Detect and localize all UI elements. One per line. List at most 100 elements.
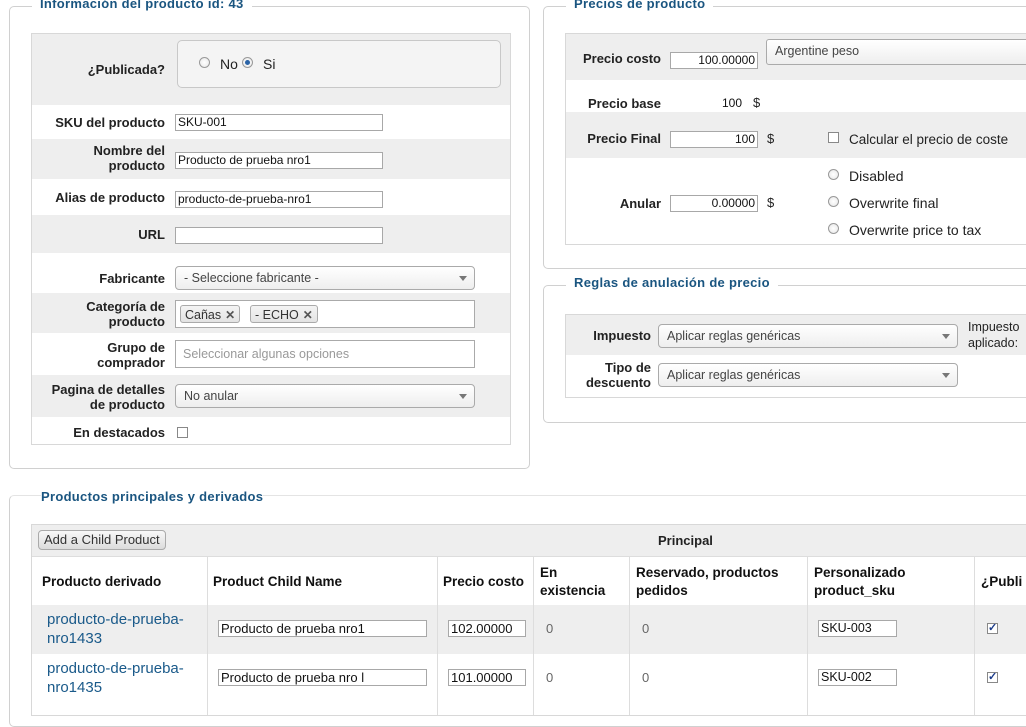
principal-heading: Principal xyxy=(658,533,713,548)
prices-legend: Precios de producto xyxy=(566,0,714,11)
child-cost-input[interactable]: 102.00000 xyxy=(448,620,526,637)
product-info-legend: Información del producto id: 43 xyxy=(32,0,252,11)
column-divider xyxy=(533,557,534,715)
currency-select[interactable]: Argentine peso xyxy=(766,39,1026,65)
rules-table: Impuesto Aplicar reglas genéricas Impues… xyxy=(565,314,1026,398)
published-row: ¿Publicada? No Si xyxy=(32,34,510,105)
category-label: Categoría de producto xyxy=(86,299,165,329)
override-disabled-radio[interactable] xyxy=(828,169,839,180)
chevron-down-icon xyxy=(459,276,467,281)
child-sku-input[interactable]: SKU-003 xyxy=(818,620,897,637)
detail-page-select-value: No anular xyxy=(184,389,239,403)
child-product-link[interactable]: producto-de-prueba- nro1435 xyxy=(47,659,184,697)
child-product-link[interactable]: producto-de-prueba- nro1433 xyxy=(47,610,184,648)
chevron-down-icon xyxy=(459,394,467,399)
sku-label: SKU del producto xyxy=(55,115,165,130)
featured-label: En destacados xyxy=(73,425,165,440)
override-final-label[interactable]: Overwrite final xyxy=(849,195,938,211)
buyer-group-multiselect[interactable]: Seleccionar algunas opciones xyxy=(175,340,475,368)
alias-row: Alias de producto producto-de-prueba-nro… xyxy=(32,179,510,215)
manufacturer-select-value: - Seleccione fabricante - xyxy=(184,271,319,285)
alias-label: Alias de producto xyxy=(55,190,165,205)
rules-legend: Reglas de anulación de precio xyxy=(566,275,778,290)
name-input[interactable]: Producto de prueba nro1 xyxy=(175,152,383,169)
override-input[interactable]: 0.00000 xyxy=(670,195,758,212)
product-info-fieldset: Información del producto id: 43 ¿Publica… xyxy=(9,0,530,469)
override-final-radio[interactable] xyxy=(828,196,839,207)
final-input[interactable]: 100 xyxy=(670,131,758,148)
sku-input[interactable]: SKU-001 xyxy=(175,114,383,131)
children-fieldset: Productos principales y derivados Add a … xyxy=(9,489,1026,727)
discount-select[interactable]: Aplicar reglas genéricas xyxy=(658,363,958,387)
rules-fieldset: Reglas de anulación de precio Impuesto A… xyxy=(543,275,1026,423)
tax-applied-label: Impuesto aplicado: xyxy=(968,320,1020,350)
tax-row: Impuesto Aplicar reglas genéricas Impues… xyxy=(566,315,1026,355)
manufacturer-select[interactable]: - Seleccione fabricante - xyxy=(175,266,475,290)
table-row: producto-de-prueba- nro1433 Producto de … xyxy=(32,605,1026,654)
prices-fieldset: Precios de producto Precio costo 100.000… xyxy=(543,0,1026,269)
remove-tag-icon[interactable]: ✕ xyxy=(303,308,313,322)
column-divider xyxy=(437,557,438,715)
remove-tag-icon[interactable]: ✕ xyxy=(225,308,235,322)
override-disabled-label[interactable]: Disabled xyxy=(849,168,903,184)
buyer-group-row: Grupo de comprador Seleccionar algunas o… xyxy=(32,333,510,375)
published-no-label[interactable]: No xyxy=(220,56,238,72)
base-input[interactable]: 100 xyxy=(670,95,745,112)
column-divider xyxy=(629,557,630,715)
alias-input[interactable]: producto-de-prueba-nro1 xyxy=(175,191,383,208)
final-currency-symbol: $ xyxy=(767,131,775,146)
category-row: Categoría de producto Cañas ✕ - ECHO ✕ xyxy=(32,293,510,333)
child-sku-input[interactable]: SKU-002 xyxy=(818,669,897,686)
child-cost-input[interactable]: 101.00000 xyxy=(448,669,526,686)
override-tax-radio[interactable] xyxy=(828,223,839,234)
column-divider xyxy=(807,557,808,715)
header-reserved: Reservado, productos pedidos xyxy=(636,565,779,598)
chevron-down-icon xyxy=(942,334,950,339)
published-si-radio[interactable] xyxy=(242,57,253,68)
published-label: ¿Publicada? xyxy=(87,62,165,77)
calc-cost-label[interactable]: Calcular el precio de coste xyxy=(849,132,1008,147)
published-no-radio[interactable] xyxy=(199,57,210,68)
tax-select[interactable]: Aplicar reglas genéricas xyxy=(658,324,958,348)
base-label: Precio base xyxy=(588,96,661,111)
featured-checkbox[interactable] xyxy=(177,427,188,438)
discount-select-value: Aplicar reglas genéricas xyxy=(667,368,801,382)
children-toolbar-row: Add a Child Product Principal xyxy=(32,525,1026,557)
children-table: Add a Child Product Principal Producto d… xyxy=(31,524,1026,716)
published-si-label[interactable]: Si xyxy=(263,56,275,72)
child-name-input[interactable]: Producto de prueba nro l xyxy=(218,669,427,686)
sku-row: SKU del producto SKU-001 xyxy=(32,105,510,139)
override-row: Anular 0.00000 $ Disabled Overwrite fina… xyxy=(566,158,1026,244)
category-tag: - ECHO ✕ xyxy=(250,305,318,323)
discount-row: Tipo de descuento Aplicar reglas genéric… xyxy=(566,355,1026,397)
cost-row: Precio costo 100.00000 Argentine peso xyxy=(566,34,1026,80)
override-tax-label[interactable]: Overwrite price to tax xyxy=(849,222,981,238)
url-input[interactable] xyxy=(175,227,383,244)
calc-cost-checkbox[interactable] xyxy=(828,132,839,143)
currency-select-value: Argentine peso xyxy=(775,44,860,58)
tax-label: Impuesto xyxy=(593,328,651,343)
manufacturer-label: Fabricante xyxy=(99,271,165,286)
detail-page-select[interactable]: No anular xyxy=(175,384,475,408)
buyer-group-label: Grupo de comprador xyxy=(97,340,165,370)
url-label: URL xyxy=(138,227,165,242)
detail-page-label: Pagina de detalles de producto xyxy=(51,382,165,412)
cost-input[interactable]: 100.00000 xyxy=(670,52,758,69)
detail-page-row: Pagina de detalles de producto No anular xyxy=(32,375,510,417)
header-custom-sku: Personalizado product_sku xyxy=(814,565,906,598)
prices-table: Precio costo 100.00000 Argentine peso Pr… xyxy=(565,33,1026,245)
chevron-down-icon xyxy=(942,373,950,378)
product-info-table: ¿Publicada? No Si SKU del producto SKU-0… xyxy=(31,33,511,445)
url-row: URL xyxy=(32,215,510,253)
final-label: Precio Final xyxy=(587,131,661,146)
column-divider xyxy=(207,557,208,715)
base-currency-symbol: $ xyxy=(753,95,761,110)
header-publish: ¿Publi xyxy=(981,574,1023,589)
featured-row: En destacados xyxy=(32,417,510,444)
child-publish-checkbox[interactable] xyxy=(987,670,998,683)
child-publish-checkbox[interactable] xyxy=(987,621,998,634)
category-multiselect[interactable]: Cañas ✕ - ECHO ✕ xyxy=(175,300,475,328)
add-child-product-button[interactable]: Add a Child Product xyxy=(38,530,166,550)
child-name-input[interactable]: Producto de prueba nro1 xyxy=(218,620,427,637)
header-stock: En existencia xyxy=(540,565,606,598)
